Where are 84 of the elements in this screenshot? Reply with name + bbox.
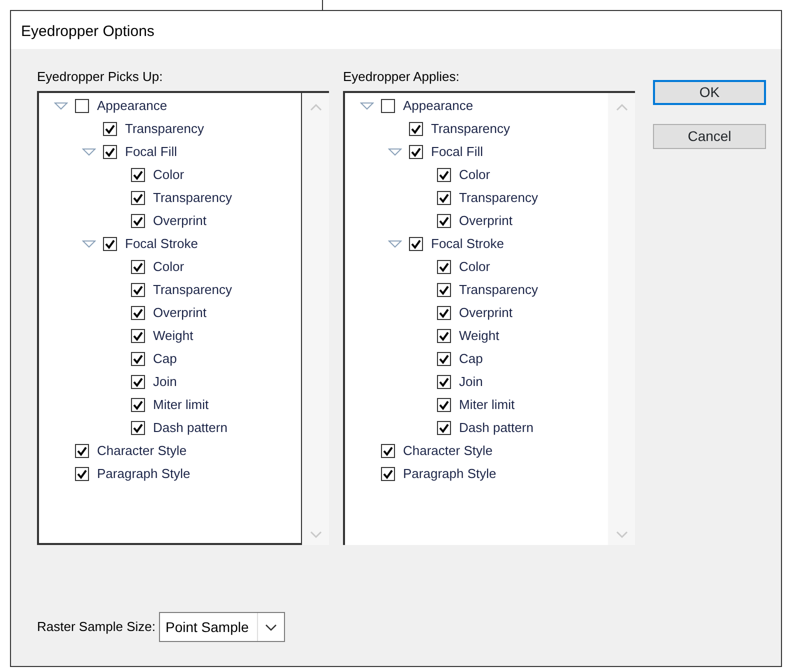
checkbox[interactable] xyxy=(381,99,395,113)
tree-item-label[interactable]: Focal Fill xyxy=(431,142,484,162)
dropdown[interactable]: Point Sample xyxy=(158,612,285,642)
expander-icon[interactable] xyxy=(360,102,374,110)
expander-icon[interactable] xyxy=(82,240,96,248)
panel-label: Eyedropper Picks Up: xyxy=(37,68,164,86)
panel-label: Eyedropper Applies: xyxy=(343,68,460,86)
checkbox[interactable] xyxy=(381,467,395,481)
checkbox[interactable] xyxy=(131,329,145,343)
tree-item-label[interactable]: Overprint xyxy=(153,211,206,231)
expander-icon[interactable] xyxy=(54,102,68,110)
tree-item-label[interactable]: Join xyxy=(153,372,177,392)
checkbox[interactable] xyxy=(131,283,145,297)
tree-item-label[interactable]: Color xyxy=(459,257,490,277)
tree-item-label[interactable]: Transparency xyxy=(459,280,538,300)
tree-item-label[interactable]: Character Style xyxy=(97,441,187,461)
checkbox[interactable] xyxy=(131,375,145,389)
checkbox[interactable] xyxy=(103,122,117,136)
tree-item-label[interactable]: Character Style xyxy=(403,441,493,461)
tree-item-label[interactable]: Cap xyxy=(459,349,483,369)
checkbox[interactable] xyxy=(437,329,451,343)
checkbox[interactable] xyxy=(437,421,451,435)
field-label: Raster Sample Size: xyxy=(37,618,156,636)
checkbox[interactable] xyxy=(437,352,451,366)
checkbox[interactable] xyxy=(437,214,451,228)
tree-item-label[interactable]: Focal Stroke xyxy=(431,234,504,254)
checkbox[interactable] xyxy=(131,398,145,412)
tree-list[interactable]: Appearance Transparency Focal Fill Color Transparency Overprint Focal Stroke Color Transparency Overprint Weight Cap Join Miter limit Dash pattern Character Style Paragraph Style xyxy=(343,90,635,544)
tree-item-label[interactable]: Paragraph Style xyxy=(97,464,190,484)
checkbox[interactable] xyxy=(131,214,145,228)
chevron-down-icon[interactable] xyxy=(264,624,277,632)
tree-item-label[interactable]: Transparency xyxy=(459,188,538,208)
checkbox[interactable] xyxy=(131,168,145,182)
window-title: Eyedropper Options xyxy=(21,23,154,40)
checkbox[interactable] xyxy=(131,191,145,205)
tree-item-label[interactable]: Appearance xyxy=(97,96,168,116)
cancel-button[interactable]: Cancel xyxy=(653,124,766,149)
tree-item-label[interactable]: Focal Stroke xyxy=(125,234,198,254)
checkbox[interactable] xyxy=(437,168,451,182)
tree-item-label[interactable]: Overprint xyxy=(459,303,512,323)
expander-icon[interactable] xyxy=(388,148,402,156)
checkbox[interactable] xyxy=(131,260,145,274)
checkbox[interactable] xyxy=(409,237,423,251)
tree-item-label[interactable]: Weight xyxy=(153,326,194,346)
tree-item-label[interactable]: Overprint xyxy=(459,211,512,231)
tree-item-label[interactable]: Focal Fill xyxy=(125,142,178,162)
tree-item-label[interactable]: Cap xyxy=(153,349,177,369)
tree-item-label[interactable]: Miter limit xyxy=(459,395,515,415)
tree-item-label[interactable]: Paragraph Style xyxy=(403,464,496,484)
tree-item-label[interactable]: Dash pattern xyxy=(153,418,228,438)
checkbox[interactable] xyxy=(437,306,451,320)
checkbox[interactable] xyxy=(131,421,145,435)
checkbox[interactable] xyxy=(437,398,451,412)
checkbox[interactable] xyxy=(409,145,423,159)
checkbox[interactable] xyxy=(75,99,89,113)
checkbox[interactable] xyxy=(75,444,89,458)
expander-icon[interactable] xyxy=(82,148,96,156)
tree-item-label[interactable]: Transparency xyxy=(431,119,510,139)
tree-item-label[interactable]: Join xyxy=(459,372,483,392)
expander-icon[interactable] xyxy=(388,240,402,248)
tree-item-label[interactable]: Color xyxy=(153,257,184,277)
checkbox[interactable] xyxy=(131,352,145,366)
checkbox[interactable] xyxy=(103,237,117,251)
checkbox[interactable] xyxy=(131,306,145,320)
checkbox[interactable] xyxy=(75,467,89,481)
tree-item-label[interactable]: Transparency xyxy=(153,280,232,300)
tree-item-label[interactable]: Overprint xyxy=(153,303,206,323)
checkbox[interactable] xyxy=(437,260,451,274)
checkbox[interactable] xyxy=(437,191,451,205)
tree-item-label[interactable]: Transparency xyxy=(153,188,232,208)
tree-item-label[interactable]: Color xyxy=(459,165,490,185)
ok-button[interactable]: OK xyxy=(653,80,766,105)
tree-item-label[interactable]: Transparency xyxy=(125,119,204,139)
tree-item-label[interactable]: Weight xyxy=(459,326,500,346)
tree-item-label[interactable]: Dash pattern xyxy=(459,418,534,438)
tree-item-label[interactable]: Appearance xyxy=(403,96,474,116)
checkbox[interactable] xyxy=(381,444,395,458)
checkbox[interactable] xyxy=(437,375,451,389)
checkbox[interactable] xyxy=(409,122,423,136)
tree-item-label[interactable]: Miter limit xyxy=(153,395,209,415)
tree-list[interactable]: Appearance Transparency Focal Fill Color Transparency Overprint Focal Stroke Color Transparency Overprint Weight Cap Join Miter limit Dash pattern Character Style Paragraph Style xyxy=(37,90,329,544)
tree-item-label[interactable]: Color xyxy=(153,165,184,185)
checkbox[interactable] xyxy=(103,145,117,159)
checkbox[interactable] xyxy=(437,283,451,297)
